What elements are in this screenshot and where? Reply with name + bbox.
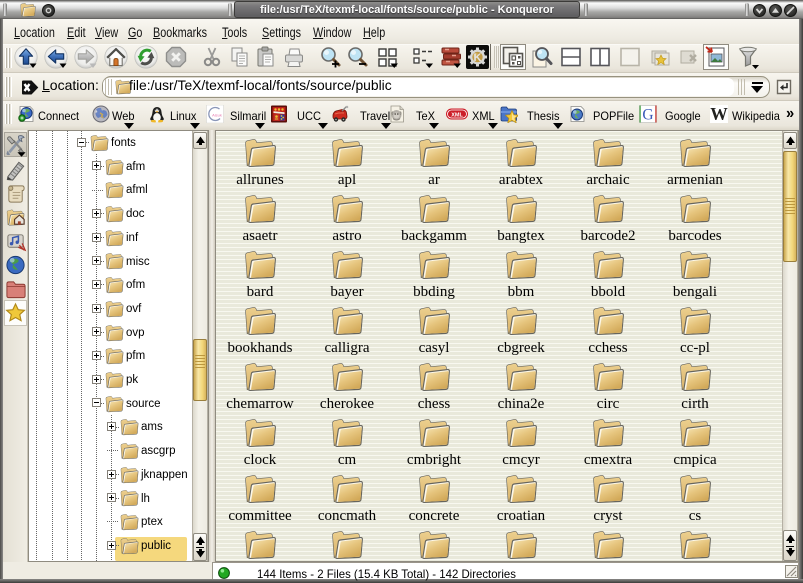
svg-text:W: W	[710, 105, 728, 123]
svg-text:K: K	[474, 52, 482, 64]
svg-text:Aisuk: Aisuk	[212, 113, 222, 118]
svg-text:G: G	[642, 107, 653, 124]
svg-text:XML: XML	[451, 113, 463, 119]
